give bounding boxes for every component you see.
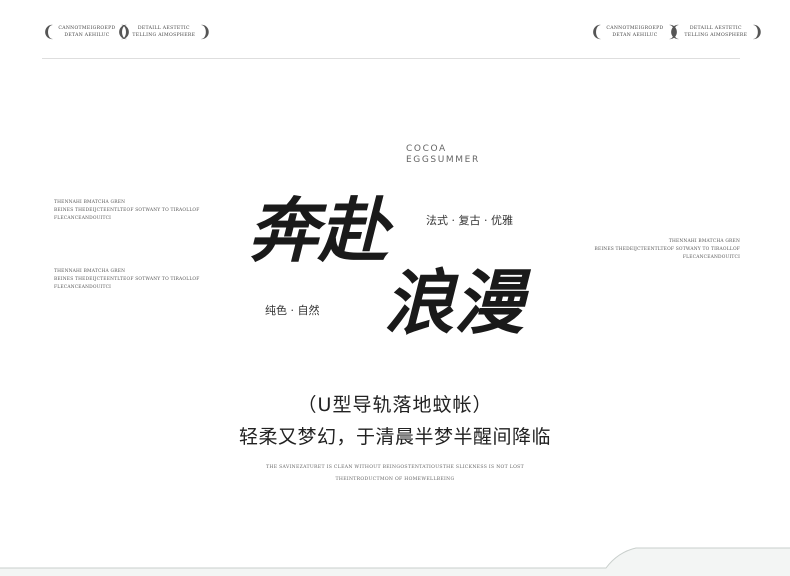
award-badge: ❨ DETAILL AESTETIC TELLING AIMOSPHERE ❩ xyxy=(116,24,212,40)
badge-text: DETAILL AESTETIC TELLING AIMOSPHERE xyxy=(132,26,196,38)
headline-part-2: 浪漫 xyxy=(384,261,524,344)
brand-name: COCOA EGGSUMMER xyxy=(406,144,480,165)
header-divider xyxy=(42,58,740,59)
tagline: 轻柔又梦幻，于清晨半梦半醒间降临 xyxy=(238,426,551,448)
headline-part-1: 奔赴 xyxy=(248,189,388,272)
laurel-right-icon: ❩ xyxy=(198,22,212,41)
badge-text: CANNOTMEIGROEPD DETAN AEHILUC xyxy=(606,26,664,38)
product-name: （U型导轨落地蚊帐） xyxy=(297,394,493,416)
side-text-block: THENNAHI BMATCHA GREN BEINES THEDEIJCTEE… xyxy=(54,200,200,221)
footer-wave-line xyxy=(0,547,790,569)
style-tag: 法式 · 复古 · 优雅 xyxy=(426,214,513,227)
side-text-block: THENNAHI BMATCHA GREN BEINES THEDEIJCTEE… xyxy=(54,269,200,290)
description: THE SAVINEZATURET IS CLEAN WITHOUT BEING… xyxy=(266,465,524,482)
side-text-block: THENNAHI BMATCHA GREN BEINES THEDEIJCTEE… xyxy=(594,239,740,260)
footer-wave-fill xyxy=(0,548,790,576)
laurel-left-icon: ❨ xyxy=(116,22,130,41)
color-tag: 纯色 · 自然 xyxy=(265,304,320,317)
award-badge: ❨ CANNOTMEIGROEPD DETAN AEHILUC ❩ xyxy=(590,24,680,40)
laurel-left-icon: ❨ xyxy=(668,22,682,41)
laurel-right-icon: ❩ xyxy=(750,22,764,41)
badge-text: DETAILL AESTETIC TELLING AIMOSPHERE xyxy=(684,26,748,38)
award-badge: ❨ DETAILL AESTETIC TELLING AIMOSPHERE ❩ xyxy=(668,24,764,40)
laurel-left-icon: ❨ xyxy=(42,22,56,41)
badge-text: CANNOTMEIGROEPD DETAN AEHILUC xyxy=(58,26,116,38)
laurel-left-icon: ❨ xyxy=(590,22,604,41)
